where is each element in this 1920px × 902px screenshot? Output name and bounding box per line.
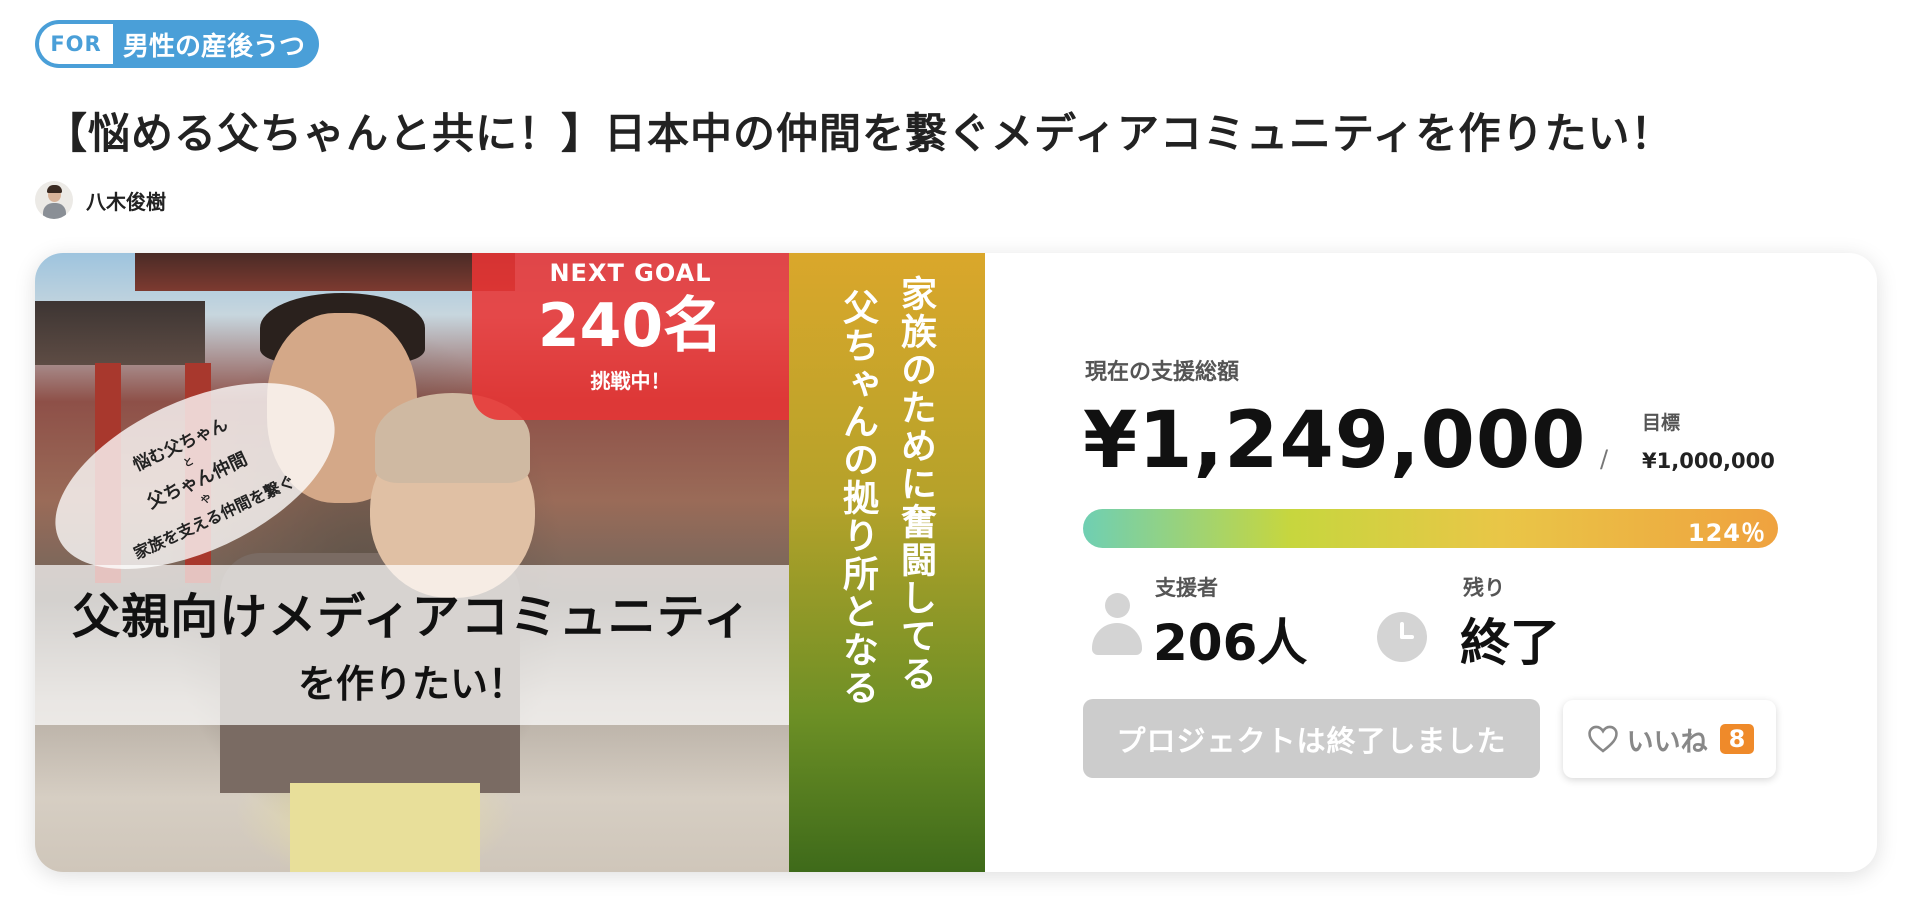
remaining-value: 終了 bbox=[1460, 614, 1560, 672]
total-amount: ¥1,249,000 bbox=[1083, 396, 1587, 486]
remaining-label: 残り bbox=[1463, 576, 1505, 600]
heart-icon bbox=[1587, 725, 1618, 753]
vertical-slogan-1: 家族のために奮闘してる bbox=[895, 275, 936, 693]
goal-label: 目標 bbox=[1642, 412, 1681, 434]
clock-icon bbox=[1377, 612, 1427, 662]
supporters-label: 支援者 bbox=[1155, 576, 1218, 600]
hero-headline: 父親向けメディアコミュニティ bbox=[72, 589, 752, 645]
vertical-slogan-2: 父ちゃんの拠り所となる bbox=[837, 289, 878, 707]
like-label: いいね bbox=[1626, 726, 1708, 758]
next-goal-status: 挑戦中！ bbox=[590, 369, 671, 393]
progress-percent: 124％ bbox=[1687, 519, 1766, 547]
like-count-badge: 8 bbox=[1719, 724, 1755, 754]
total-label: 現在の支援総額 bbox=[1085, 360, 1240, 385]
category-tag[interactable]: FOR 男性の産後うつ bbox=[35, 20, 320, 68]
next-goal-box: NEXT GOAL 240名 挑戦中！ bbox=[472, 253, 789, 420]
project-title: 【悩める父ちゃんと共に！】日本中の仲間を繋ぐメディアコミュニティを作りたい！ bbox=[45, 109, 1674, 158]
goal-amount: ¥1,000,000 bbox=[1642, 449, 1775, 473]
author-link[interactable]: 八木俊樹 bbox=[35, 181, 166, 219]
supporters-count: 206人 bbox=[1153, 614, 1308, 672]
project-ended-button[interactable]: プロジェクトは終了しました bbox=[1083, 699, 1540, 778]
progress-bar: 124％ bbox=[1083, 509, 1778, 548]
like-button[interactable]: いいね 8 bbox=[1563, 700, 1776, 778]
person-icon bbox=[1092, 593, 1142, 658]
funding-info: 現在の支援総額 ¥1,249,000 / 目標 ¥1,000,000 124％ … bbox=[985, 253, 1877, 872]
project-card: NEXT GOAL 240名 挑戦中！ 悩む父ちゃん と 父ちゃん仲間 や 家族… bbox=[35, 253, 1877, 872]
hero-image: NEXT GOAL 240名 挑戦中！ 悩む父ちゃん と 父ちゃん仲間 や 家族… bbox=[35, 253, 789, 872]
hero-headline-band: 父親向けメディアコミュニティ を作りたい！ bbox=[35, 565, 789, 725]
vertical-slogan-band: 家族のために奮闘してる 父ちゃんの拠り所となる bbox=[789, 253, 985, 872]
next-goal-value: 240名 bbox=[537, 291, 724, 361]
author-name: 八木俊樹 bbox=[86, 189, 166, 214]
tag-category-label: 男性の産後うつ bbox=[123, 31, 306, 62]
tag-for-label: FOR bbox=[39, 24, 113, 64]
next-goal-label: NEXT GOAL bbox=[549, 259, 712, 287]
amount-separator: / bbox=[1600, 445, 1609, 473]
hero-subheadline: を作りたい！ bbox=[297, 662, 526, 706]
avatar bbox=[35, 181, 73, 219]
